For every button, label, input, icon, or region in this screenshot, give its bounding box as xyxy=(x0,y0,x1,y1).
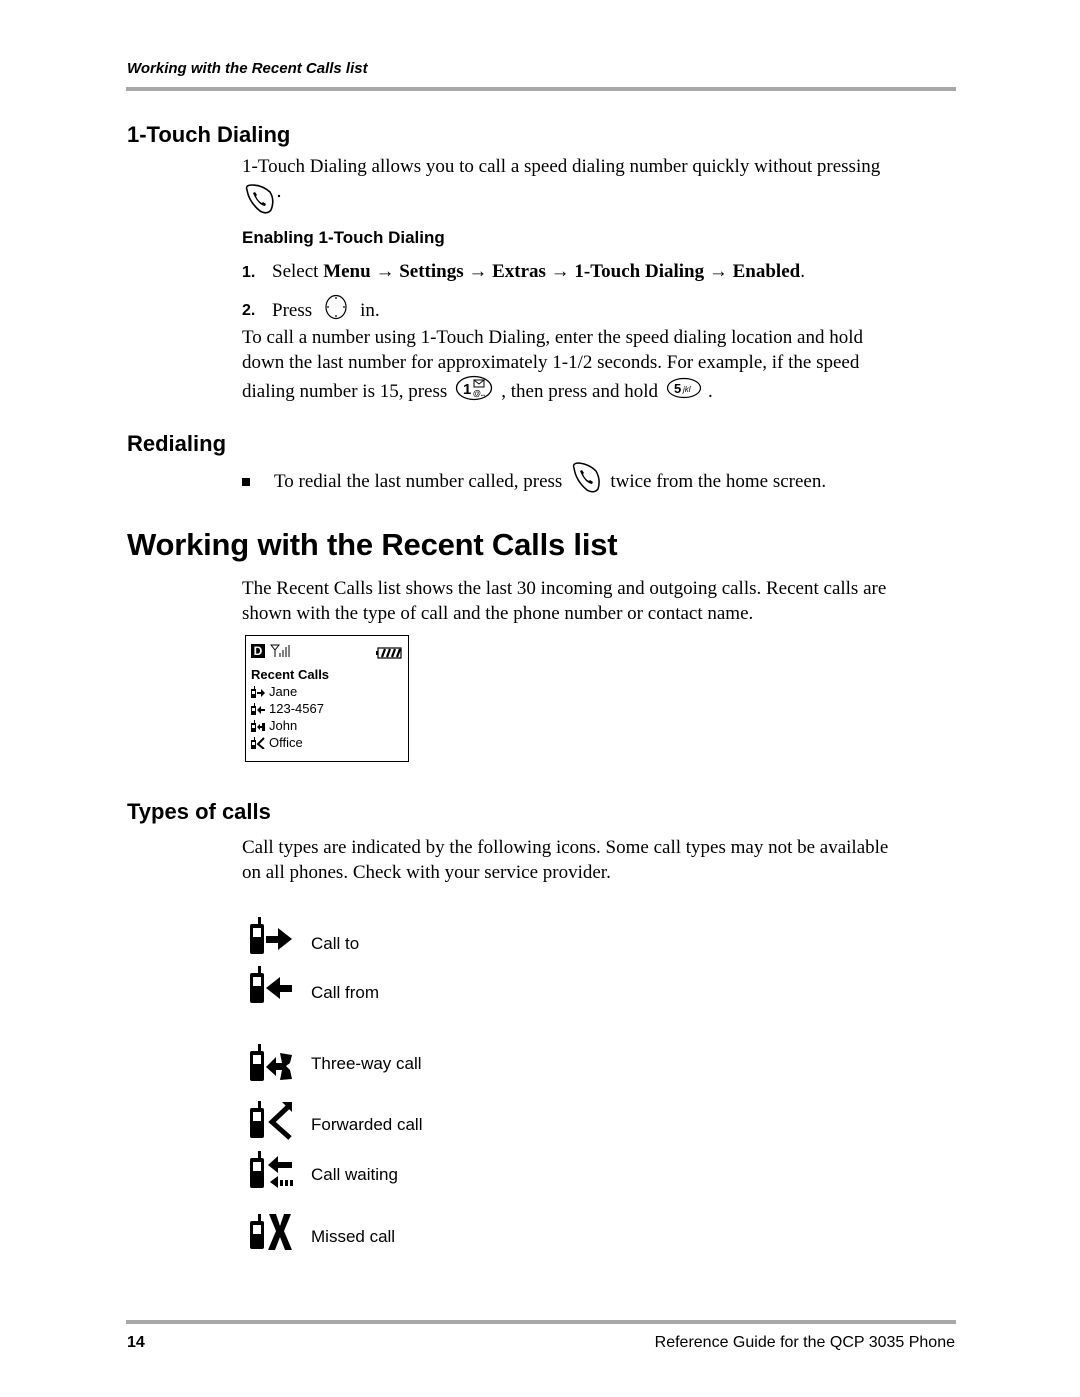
call-type-label: Forwarded call xyxy=(311,1115,423,1134)
key-5-icon: 5 jkl xyxy=(666,377,702,406)
call-type-label: Call waiting xyxy=(311,1165,398,1184)
talk-key-icon xyxy=(570,462,602,501)
text: , then press and hold xyxy=(501,381,659,402)
missed-call-icon xyxy=(250,1214,292,1250)
svg-text:@..: @.. xyxy=(473,389,485,398)
paragraph-line: on all phones. Check with your service p… xyxy=(242,862,611,883)
step-1-prefix: Select xyxy=(272,261,324,282)
call-type-label: Call to xyxy=(311,934,360,953)
battery-icon xyxy=(376,646,402,664)
one-touch-intro-text: 1-Touch Dialing allows you to call a spe… xyxy=(242,156,881,177)
types-paragraph: Call types are indicated by the followin… xyxy=(242,835,888,885)
arrow: → xyxy=(468,261,488,282)
call-type-item: Three-way call xyxy=(248,1043,422,1083)
text: dialing number is 15, press xyxy=(242,381,448,402)
paragraph-line: Call types are indicated by the followin… xyxy=(242,837,889,858)
menu-path-menu: Menu xyxy=(323,261,371,282)
arrow: → xyxy=(550,261,570,282)
recent-calls-paragraph: The Recent Calls list shows the last 30 … xyxy=(242,576,886,626)
call-type-label: Missed call xyxy=(311,1227,396,1246)
arrow: → xyxy=(375,261,395,282)
recent-call-item[interactable]: Jane xyxy=(251,684,297,699)
footer-title: Reference Guide for the QCP 3035 Phone xyxy=(654,1334,955,1351)
signal-strength-icon xyxy=(269,644,294,663)
arrow: → xyxy=(708,261,728,282)
step-1-end: . xyxy=(800,261,805,282)
forwarded-call-icon xyxy=(250,1101,292,1140)
call-type-item: Call from xyxy=(248,965,379,1005)
one-touch-intro: 1-Touch Dialing allows you to call a spe… xyxy=(242,154,962,179)
recent-call-item[interactable]: Office xyxy=(251,735,303,750)
step-1-number: 1. xyxy=(242,264,256,281)
recent-call-label: John xyxy=(269,718,298,733)
call-type-item: Call waiting xyxy=(248,1150,398,1190)
page-title: Working with the Recent Calls list xyxy=(127,527,618,562)
three-way-call-icon xyxy=(251,719,265,732)
recent-call-label: 123-4567 xyxy=(269,701,324,716)
screen-title: Recent Calls xyxy=(251,667,330,682)
section-heading-types-of-calls: Types of calls xyxy=(127,799,271,824)
page-number: 14 xyxy=(127,1334,145,1351)
step-2-suffix: in. xyxy=(360,300,380,321)
call-type-item: Missed call xyxy=(248,1212,395,1252)
paragraph-line: shown with the type of call and the phon… xyxy=(242,603,754,624)
phone-screen-illustration: D Recent Calls Jane 123-4567 John Office xyxy=(245,635,409,762)
call-type-label: Call from xyxy=(311,983,380,1002)
redial-text-b: twice from the home screen. xyxy=(610,471,827,492)
sub-heading-enabling: Enabling 1-Touch Dialing xyxy=(242,228,445,247)
call-type-label: Three-way call xyxy=(311,1054,422,1073)
recent-call-label: Office xyxy=(269,735,303,750)
section-heading-one-touch: 1-Touch Dialing xyxy=(127,122,291,147)
menu-path-one-touch: 1-Touch Dialing xyxy=(574,261,705,282)
paragraph-line: dialing number is 15, press 1 @.. , then… xyxy=(242,375,972,408)
forwarded-call-icon xyxy=(251,736,265,749)
menu-path-extras: Extras xyxy=(492,261,546,282)
talk-key-icon xyxy=(243,184,283,219)
one-touch-paragraph: To call a number using 1-Touch Dialing, … xyxy=(242,325,972,408)
recent-call-label: Jane xyxy=(269,684,298,699)
step-2-prefix: Press xyxy=(272,300,313,321)
menu-path-settings: Settings xyxy=(399,261,464,282)
key-1-icon: 1 @.. xyxy=(455,375,493,408)
call-from-icon xyxy=(251,702,265,715)
step-1: 1. Select Menu → Settings → Extras → 1-To… xyxy=(242,259,805,285)
paragraph-line: The Recent Calls list shows the last 30 … xyxy=(242,578,887,599)
call-to-icon xyxy=(251,685,265,698)
call-from-icon xyxy=(250,966,292,1003)
recent-call-item[interactable]: 123-4567 xyxy=(251,701,324,716)
running-header: Working with the Recent Calls list xyxy=(127,60,368,77)
bullet-icon xyxy=(242,477,250,486)
call-to-icon xyxy=(250,917,292,954)
digital-indicator-icon: D xyxy=(251,644,265,658)
paragraph-line: To call a number using 1-Touch Dialing, … xyxy=(242,327,864,348)
paragraph-line: down the last number for approximately 1… xyxy=(242,352,860,373)
step-2: 2. Press in. xyxy=(242,294,380,327)
section-heading-redialing: Redialing xyxy=(127,431,227,456)
call-waiting-icon xyxy=(250,1151,293,1188)
three-way-call-icon xyxy=(250,1044,292,1081)
svg-text:jkl: jkl xyxy=(682,385,691,394)
text: . xyxy=(708,381,713,402)
step-2-number: 2. xyxy=(242,302,256,319)
svg-text:5: 5 xyxy=(674,381,681,396)
redial-bullet: To redial the last number called, press … xyxy=(242,462,826,501)
footer-rule xyxy=(126,1320,956,1324)
call-type-item: Call to xyxy=(248,916,359,956)
navigation-key-icon xyxy=(324,294,348,327)
recent-call-item[interactable]: John xyxy=(251,718,297,733)
svg-text:1: 1 xyxy=(463,381,471,398)
redial-text-a: To redial the last number called, press xyxy=(274,471,563,492)
menu-path-enabled: Enabled xyxy=(732,261,801,282)
call-type-item: Forwarded call xyxy=(248,1100,423,1140)
header-rule xyxy=(126,87,956,91)
